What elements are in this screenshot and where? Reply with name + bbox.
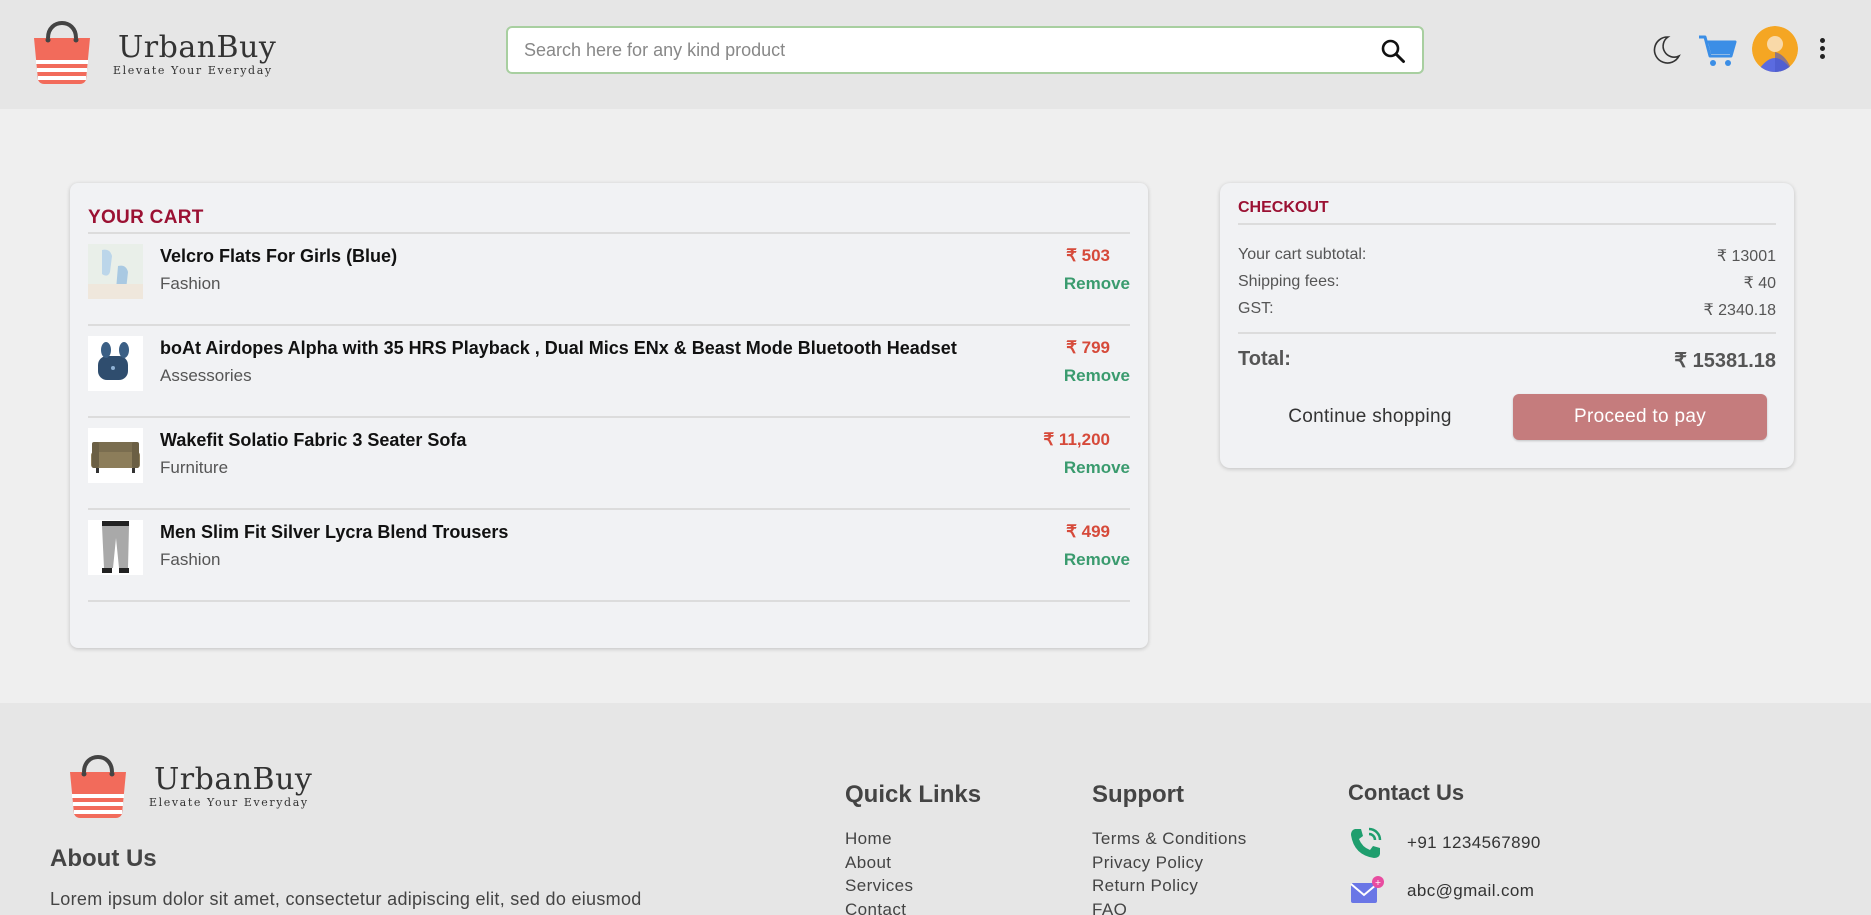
cart-item: Velcro Flats For Girls (Blue) Fashion ₹ … [88,234,1130,326]
product-name[interactable]: Wakefit Solatio Fabric 3 Seater Sofa [160,430,466,451]
gst-value: ₹ 2340.18 [1703,302,1776,319]
support-links: Support Terms & Conditions Privacy Polic… [1092,781,1247,915]
avatar[interactable] [1752,26,1798,72]
footer-link-faq[interactable]: FAQ [1092,898,1247,915]
search-icon[interactable] [1380,38,1406,64]
site-footer: UrbanBuy Elevate Your Everyday About Us … [0,703,1871,915]
footer-logo[interactable]: UrbanBuy Elevate Your Everyday [62,748,312,820]
footer-link-contact[interactable]: Contact [845,898,981,915]
product-image[interactable] [88,428,143,483]
cart-icon[interactable] [1698,34,1738,68]
shipping-value: ₹ 40 [1743,275,1776,292]
cart-item: boAt Airdopes Alpha with 35 HRS Playback… [88,326,1130,418]
product-price: ₹ 799 [1066,338,1110,357]
quick-links: Quick Links Home About Services Contact [845,781,981,915]
product-price: ₹ 11,200 [1043,430,1110,449]
footer-link-about[interactable]: About [845,851,981,875]
footer-link-services[interactable]: Services [845,874,981,898]
phone-icon [1351,827,1382,858]
contact-email: + abc@gmail.com [1348,875,1534,907]
product-name[interactable]: boAt Airdopes Alpha with 35 HRS Playback… [160,338,957,359]
remove-button[interactable]: Remove [1064,550,1130,570]
product-image[interactable] [88,336,143,391]
contact-phone: +91 1234567890 [1348,825,1541,861]
divider [1238,223,1776,225]
shipping-label: Shipping fees: [1238,273,1340,290]
continue-shopping-button[interactable]: Continue shopping [1260,395,1480,439]
cart-item: Men Slim Fit Silver Lycra Blend Trousers… [88,510,1130,602]
gst-label: GST: [1238,300,1274,317]
brand-tagline: Elevate Your Everyday [113,64,273,77]
footer-link-return[interactable]: Return Policy [1092,874,1247,898]
checkout-title: CHECKOUT [1238,199,1329,216]
product-name[interactable]: Velcro Flats For Girls (Blue) [160,246,397,267]
product-price: ₹ 503 [1066,246,1110,265]
product-image[interactable] [88,520,143,575]
quick-links-heading: Quick Links [845,781,982,808]
brand-name: UrbanBuy [118,30,277,65]
subtotal-value: ₹ 13001 [1716,248,1776,265]
remove-button[interactable]: Remove [1064,366,1130,386]
cart-item: Wakefit Solatio Fabric 3 Seater Sofa Fur… [88,418,1130,510]
bag-logo-icon [34,21,90,84]
product-image[interactable] [88,244,143,299]
subtotal-label: Your cart subtotal: [1238,246,1367,263]
moon-icon[interactable] [1650,34,1682,66]
brand-tagline: Elevate Your Everyday [149,796,309,809]
total-row: Total: ₹ 15381.18 [1238,348,1776,372]
divider [1238,332,1776,334]
footer-link-terms[interactable]: Terms & Conditions [1092,827,1247,851]
search-bar [506,26,1424,74]
search-input[interactable] [524,28,1364,72]
checkout-panel: CHECKOUT Your cart subtotal: ₹ 13001 Shi… [1220,183,1794,468]
remove-button[interactable]: Remove [1064,458,1130,478]
remove-button[interactable]: Remove [1064,274,1130,294]
bag-logo-icon [70,755,126,818]
product-name[interactable]: Men Slim Fit Silver Lycra Blend Trousers [160,522,508,543]
footer-link-home[interactable]: Home [845,827,981,851]
product-category: Furniture [160,458,229,477]
product-category: Fashion [160,274,221,293]
about-heading: About Us [50,845,157,872]
mail-icon: + [1350,876,1384,903]
site-header: UrbanBuy Elevate Your Everyday [0,0,1871,109]
proceed-to-pay-button[interactable]: Proceed to pay [1513,394,1767,440]
product-category: Fashion [160,550,221,569]
about-text: Lorem ipsum dolor sit amet, consectetur … [50,889,642,909]
brand-name: UrbanBuy [154,762,313,797]
product-category: Assessories [160,366,252,385]
total-value: ₹ 15381.18 [1674,350,1776,372]
svg-text:+: + [1375,878,1382,887]
contact-email-text[interactable]: abc@gmail.com [1407,881,1534,901]
contact-heading: Contact Us [1348,780,1465,805]
total-label: Total: [1238,348,1291,370]
cart-title: YOUR CART [88,207,204,228]
footer-link-privacy[interactable]: Privacy Policy [1092,851,1247,875]
kebab-menu-icon[interactable] [1820,38,1826,60]
brand-logo[interactable]: UrbanBuy Elevate Your Everyday [26,14,276,86]
cart-panel: YOUR CART Velcro Flats For Girls (Blue) … [70,183,1148,648]
product-price: ₹ 499 [1066,522,1110,541]
contact-phone-text[interactable]: +91 1234567890 [1407,833,1541,853]
support-heading: Support [1092,781,1184,808]
